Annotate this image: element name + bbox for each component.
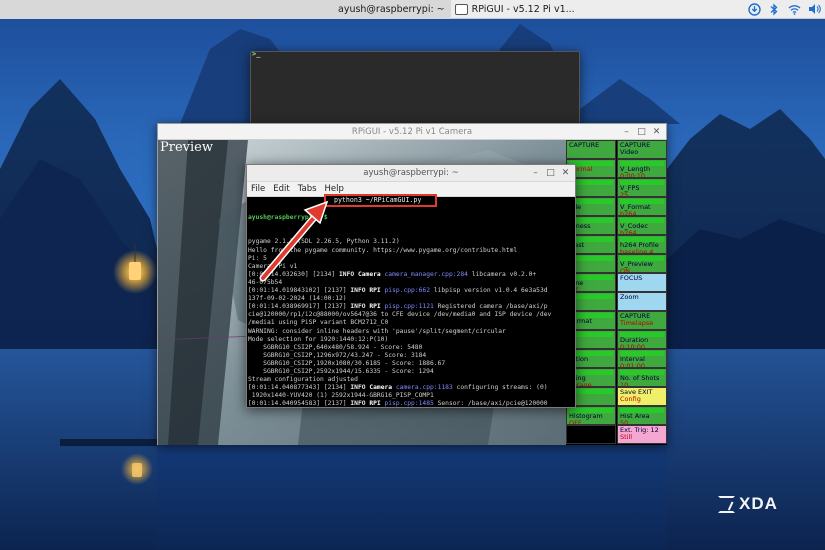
watermark-text: XDA (739, 494, 778, 513)
xda-watermark: XDA (718, 494, 778, 514)
xda-logo-icon (718, 495, 735, 513)
annotation-arrow (259, 200, 329, 282)
